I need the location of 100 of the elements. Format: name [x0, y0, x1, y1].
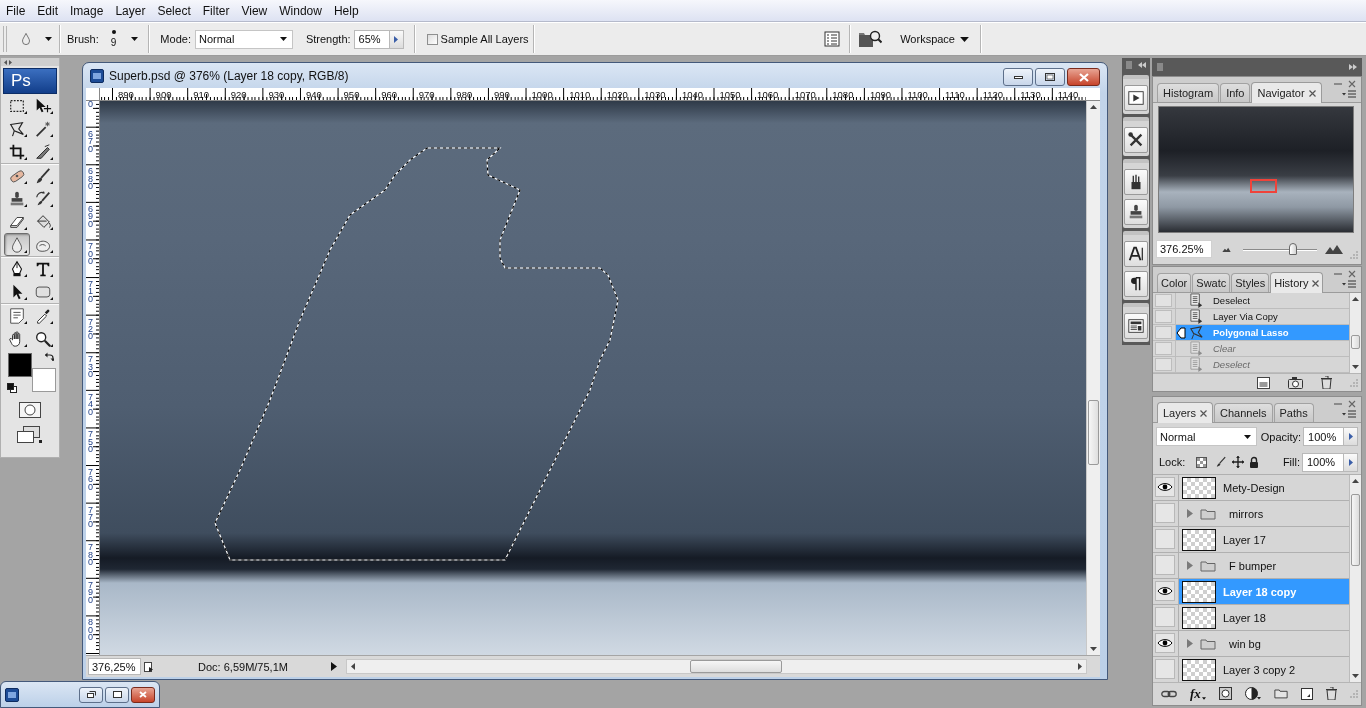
workspace-menu-button[interactable]: Workspace — [900, 28, 969, 50]
panel-tab[interactable]: History — [1270, 272, 1324, 293]
grip-handle[interactable] — [3, 26, 7, 52]
dock-button[interactable] — [1124, 127, 1148, 153]
panel-menu-icon[interactable] — [1342, 410, 1356, 418]
mode-dropdown[interactable]: Normal — [194, 29, 293, 49]
dock-button[interactable] — [1124, 241, 1148, 267]
opacity-field[interactable]: 100% — [1303, 427, 1344, 446]
panel-menu-icon[interactable] — [1342, 90, 1356, 98]
close-icon[interactable] — [1348, 270, 1356, 278]
dock-button[interactable] — [1124, 169, 1148, 195]
background-color-swatch[interactable] — [32, 368, 56, 392]
visibility-toggle[interactable] — [1155, 581, 1175, 601]
slider-thumb[interactable] — [1288, 243, 1297, 255]
menu-item[interactable]: File — [0, 1, 32, 20]
camera-icon[interactable] — [1288, 376, 1303, 389]
slider-popup-button[interactable] — [1344, 452, 1358, 472]
folder-magnifier-icon[interactable] — [858, 29, 883, 49]
visibility-toggle[interactable] — [1155, 607, 1175, 627]
menu-item[interactable]: Help — [327, 1, 365, 20]
list-row[interactable]: Layer 3 copy 2 — [1178, 657, 1349, 682]
vertical-scrollbar[interactable] — [1086, 101, 1100, 655]
checkbox-label[interactable]: Sample All Layers — [440, 33, 529, 45]
panel-tab[interactable]: Histogram — [1157, 83, 1220, 102]
slider-popup-button[interactable] — [1344, 427, 1358, 446]
brush-picker[interactable]: 9 — [110, 25, 139, 53]
menu-item[interactable]: Select — [151, 1, 197, 20]
list-row[interactable]: Layer 17 — [1178, 527, 1349, 552]
list-row[interactable]: Layer 18 — [1178, 605, 1349, 630]
mask-icon[interactable] — [1218, 687, 1232, 700]
menu-item[interactable]: Filter — [196, 1, 236, 20]
visibility-toggle[interactable] — [1155, 503, 1175, 523]
close-icon[interactable] — [1348, 400, 1356, 408]
small-mountains-icon[interactable] — [1222, 246, 1231, 252]
move-cross-icon[interactable] — [1232, 456, 1245, 468]
strength-field[interactable]: 65% — [353, 29, 390, 49]
scrollbar-thumb[interactable] — [1351, 494, 1360, 566]
vertical-scrollbar[interactable] — [1349, 475, 1361, 682]
panel-menu-icon[interactable] — [1342, 280, 1356, 288]
folder-icon[interactable] — [1273, 688, 1288, 699]
triangle-right-icon[interactable] — [331, 662, 337, 671]
zoom-field[interactable]: 376.25% — [1156, 240, 1212, 258]
dock-button[interactable] — [1124, 85, 1148, 111]
trash-icon[interactable] — [1325, 687, 1337, 700]
brush-icon[interactable] — [1215, 456, 1228, 468]
screen-mode-icon[interactable] — [17, 425, 43, 444]
history-item[interactable]: Clear — [1175, 341, 1349, 356]
trash-icon[interactable] — [1321, 376, 1332, 389]
state-marker-icon[interactable] — [1176, 326, 1186, 339]
quick-mask-icon[interactable] — [19, 401, 41, 418]
new-page-icon[interactable] — [1300, 687, 1313, 700]
panel-tab[interactable]: Navigator — [1251, 82, 1322, 103]
blend-mode-dropdown[interactable]: Normal — [1156, 427, 1257, 446]
dock-button[interactable] — [1124, 313, 1148, 339]
scrollbar-thumb[interactable] — [1351, 335, 1360, 349]
menu-item[interactable]: Image — [64, 1, 110, 20]
expand-triangle-icon[interactable] — [1187, 509, 1193, 518]
horizontal-scrollbar[interactable] — [346, 659, 1087, 674]
visibility-toggle[interactable] — [1155, 477, 1175, 497]
resize-grip-icon[interactable] — [1350, 251, 1358, 259]
panel-tab[interactable]: Swatc — [1192, 273, 1231, 292]
list-row[interactable]: Mety-Design — [1178, 475, 1349, 500]
visibility-toggle[interactable] — [1155, 633, 1175, 653]
panel-tab[interactable]: Paths — [1273, 403, 1314, 422]
maximize-button[interactable] — [1035, 68, 1065, 86]
palette-well-icon[interactable] — [824, 31, 841, 47]
expand-triangle-icon[interactable] — [1187, 561, 1193, 570]
checker-square-icon[interactable] — [1196, 456, 1208, 468]
swap-arrow-icon[interactable] — [44, 352, 54, 362]
dock-button[interactable] — [1124, 199, 1148, 225]
menu-item[interactable]: Layer — [109, 1, 152, 20]
visibility-toggle[interactable] — [1155, 555, 1175, 575]
zoom-field[interactable]: 376,25% — [88, 658, 141, 675]
panel-tab[interactable]: Styles — [1231, 273, 1270, 292]
default-colors-icon[interactable] — [7, 383, 17, 393]
panel-tab[interactable]: Color — [1157, 273, 1192, 292]
vertical-scrollbar[interactable] — [1349, 293, 1361, 373]
new-document-icon[interactable] — [1257, 376, 1270, 389]
dock-button[interactable] — [1124, 271, 1148, 297]
maximize-button[interactable] — [105, 686, 129, 703]
restore-button[interactable] — [79, 686, 103, 703]
large-mountains-icon[interactable] — [1325, 244, 1343, 254]
visibility-toggle[interactable] — [1155, 529, 1175, 549]
expand-triangle-icon[interactable] — [1187, 639, 1193, 648]
scrollbar-thumb[interactable] — [1088, 400, 1099, 465]
close-button[interactable] — [1067, 68, 1100, 86]
history-item[interactable]: Deselect — [1175, 357, 1349, 372]
close-icon[interactable] — [1348, 80, 1356, 88]
panel-tab[interactable]: Layers — [1157, 402, 1214, 423]
history-item[interactable]: Layer Via Copy — [1175, 309, 1349, 324]
resize-grip-icon[interactable] — [1350, 378, 1358, 387]
resize-grip-icon[interactable] — [1349, 689, 1358, 698]
padlock-icon[interactable] — [1249, 456, 1260, 468]
close-button[interactable] — [131, 686, 155, 703]
menu-item[interactable]: Window — [273, 1, 328, 20]
menu-item[interactable]: Edit — [31, 1, 65, 20]
panel-tab[interactable]: Info — [1220, 83, 1251, 102]
checkbox[interactable] — [426, 33, 438, 45]
half-circle-icon[interactable] — [1244, 687, 1261, 700]
scrollbar-thumb[interactable] — [690, 660, 782, 673]
